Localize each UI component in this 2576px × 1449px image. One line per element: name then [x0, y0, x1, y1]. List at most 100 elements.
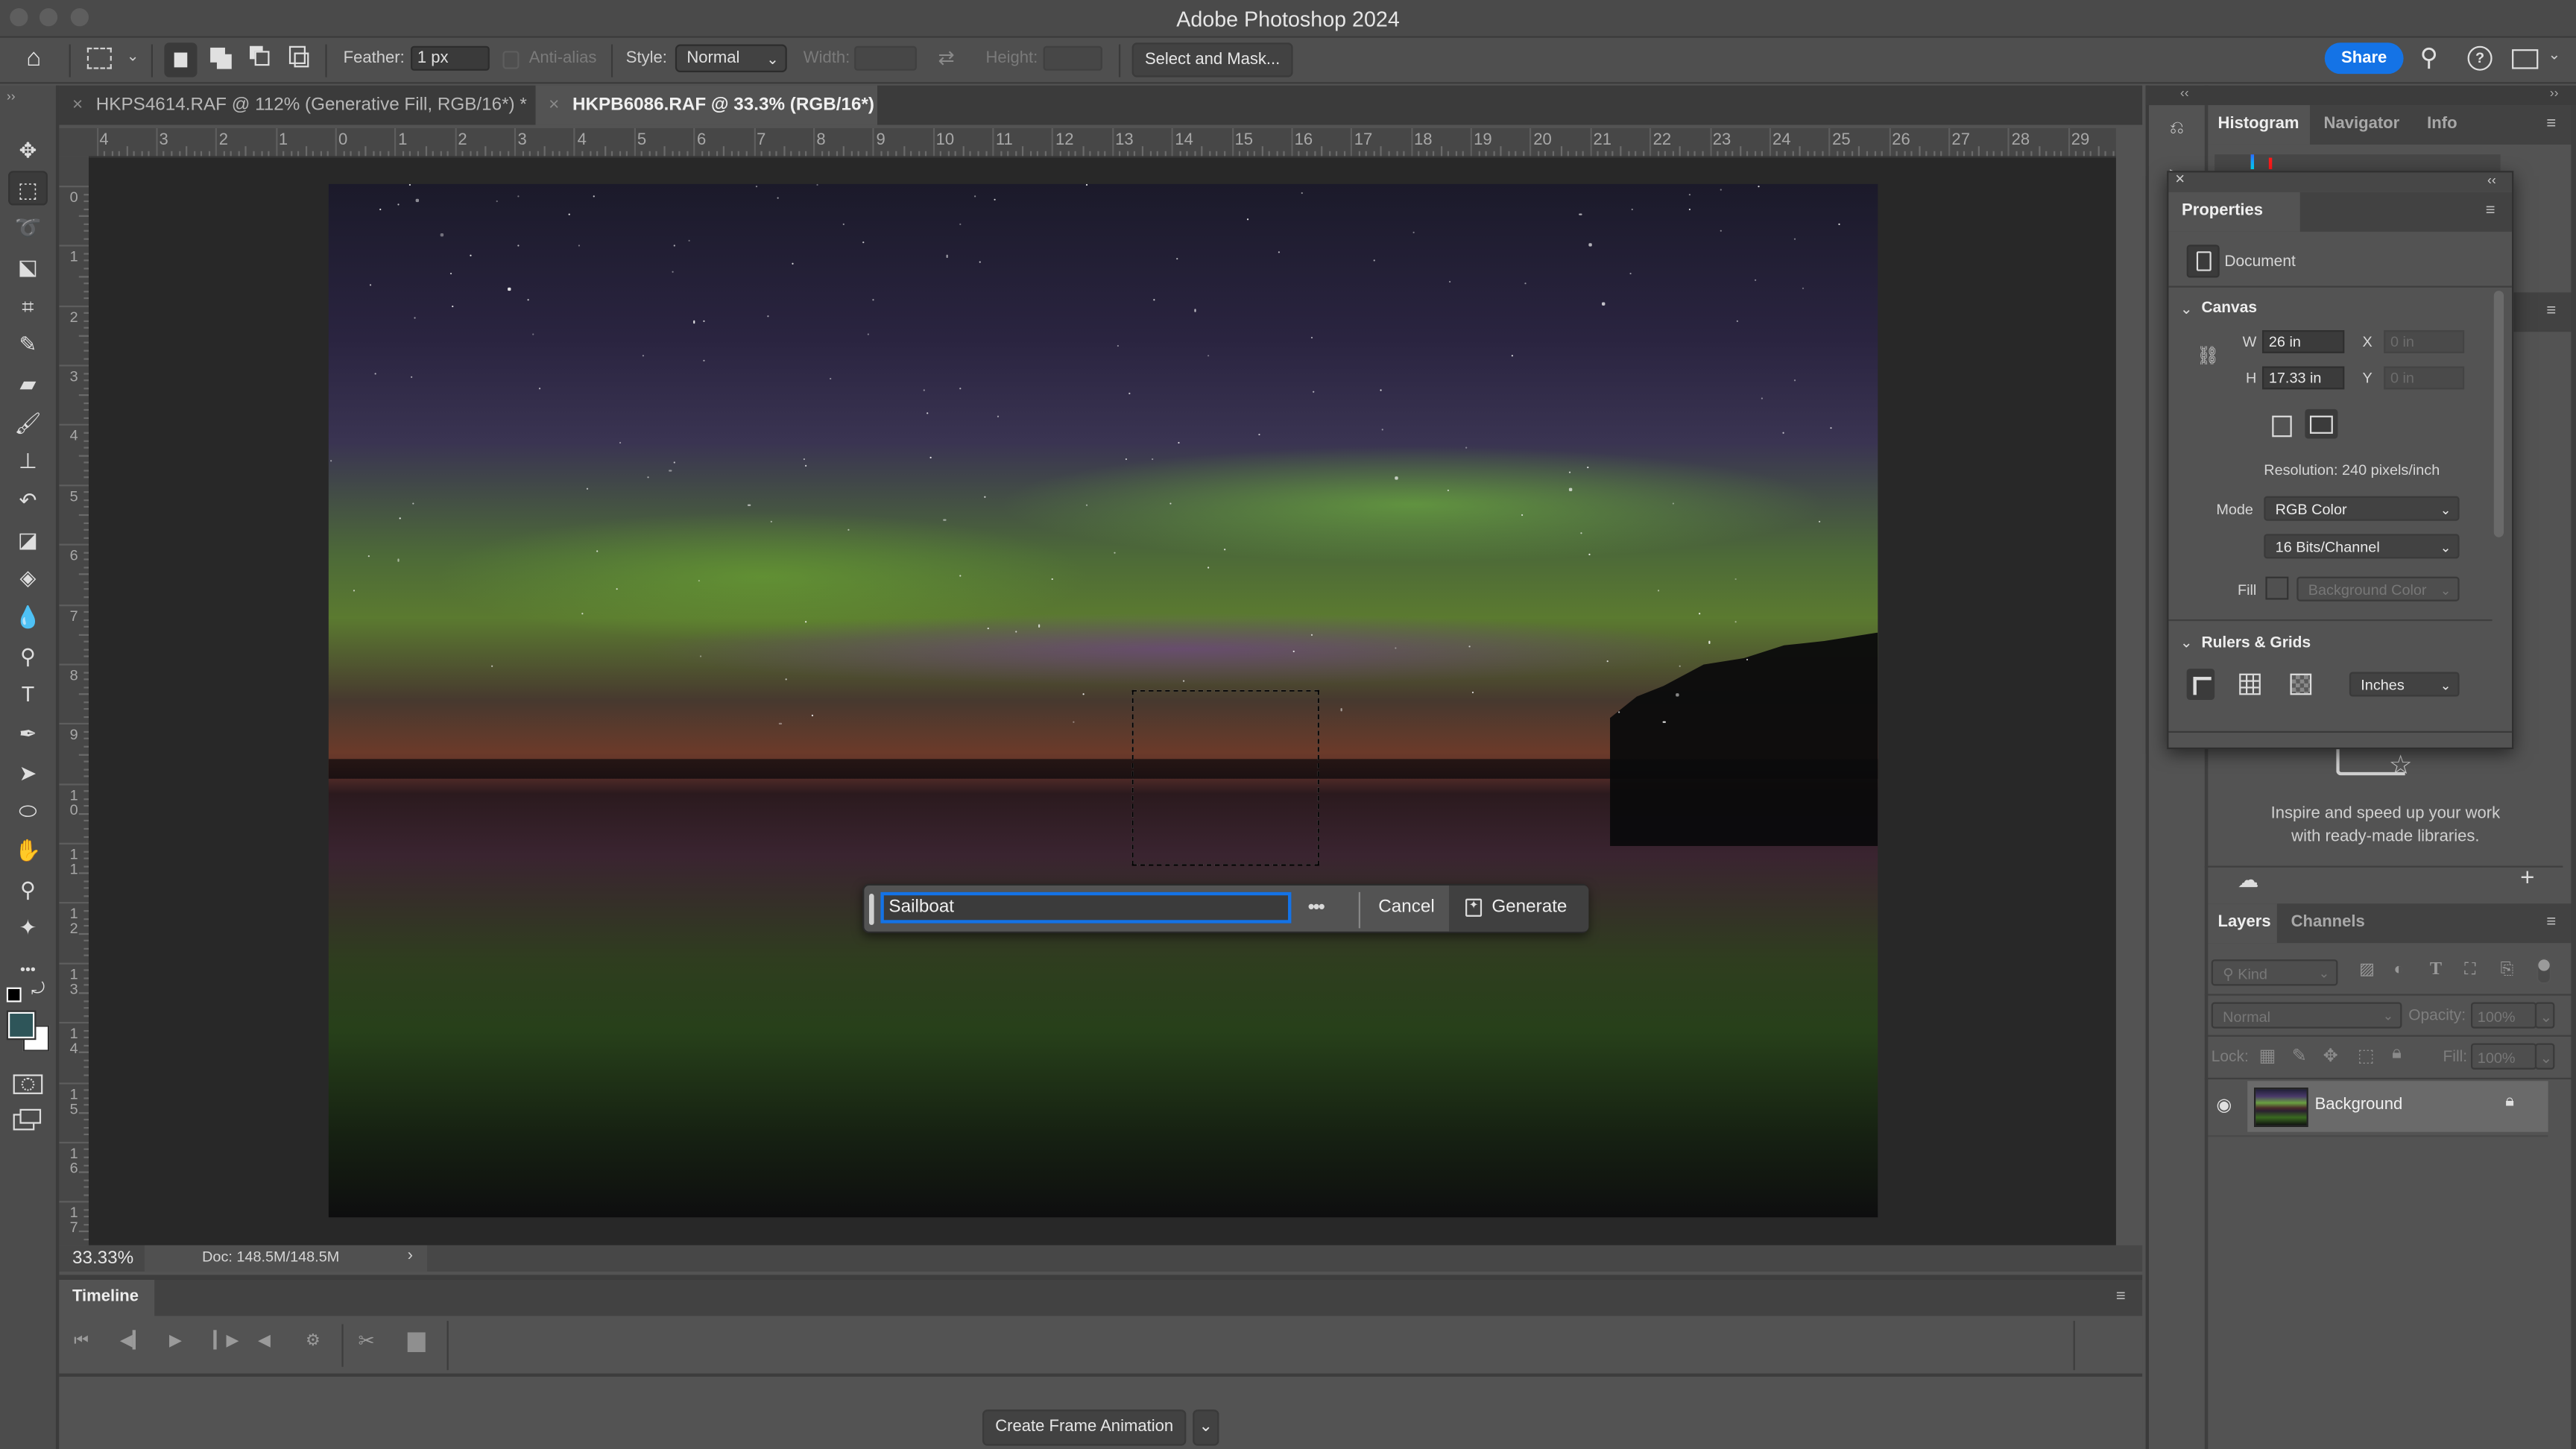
zoom-tool[interactable]: ⚲ — [8, 872, 48, 906]
canvas-section-title[interactable]: Canvas — [2201, 299, 2257, 317]
document-info[interactable]: Doc: 148.5M/148.5M › — [144, 1245, 428, 1272]
crop-tool[interactable]: ⌗ — [8, 289, 48, 323]
bit-depth-select[interactable]: 16 Bits/Channel ⌄ — [2264, 534, 2460, 559]
filter-type-icon[interactable]: T — [2430, 959, 2442, 979]
document-tab[interactable]: × HKPS4614.RAF @ 112% (Generative Fill, R… — [59, 86, 535, 125]
tab-histogram[interactable]: Histogram — [2204, 105, 2310, 145]
foreground-color-swatch[interactable] — [6, 1010, 37, 1041]
filter-toggle[interactable] — [2536, 957, 2551, 985]
rectangular-marquee-tool[interactable]: ⬚ — [8, 171, 48, 206]
canvas-x-input[interactable]: 0 in — [2384, 330, 2465, 353]
tab-properties[interactable]: Properties — [2168, 192, 2300, 232]
rulers-grids-section-title[interactable]: Rulers & Grids — [2201, 634, 2311, 652]
dodge-tool[interactable]: ⚲ — [8, 639, 48, 673]
collapse-right-icon[interactable]: ›› — [2550, 86, 2559, 101]
history-icon[interactable]: ⎌ — [2164, 119, 2190, 145]
lock-pixels-brush-icon[interactable]: ✎ — [2292, 1045, 2307, 1066]
chevron-down-icon[interactable]: ⌄ — [2180, 300, 2193, 318]
ellipse-tool[interactable]: ⬭ — [8, 794, 48, 828]
remove-tool[interactable]: ✦ — [8, 910, 48, 944]
chevron-down-icon[interactable]: ⌄ — [2180, 634, 2193, 652]
previous-frame-icon[interactable]: ◀▎ — [120, 1333, 145, 1351]
width-input[interactable] — [854, 45, 917, 71]
filter-adjustment-icon[interactable]: ◐ — [2393, 961, 2403, 979]
create-frame-animation-button[interactable]: Create Frame Animation — [982, 1409, 1187, 1446]
close-tab-icon[interactable]: × — [549, 95, 559, 115]
split-scissors-icon[interactable]: ✂ — [358, 1329, 374, 1352]
move-tool[interactable]: ✥ — [8, 133, 48, 168]
panel-menu-icon[interactable]: ≡ — [2486, 202, 2496, 220]
generate-button[interactable]: ✦ Generate — [1449, 886, 1589, 932]
object-selection-tool[interactable]: ⬕ — [8, 250, 48, 284]
settings-gear-icon[interactable]: ⚙ — [306, 1333, 321, 1351]
audio-icon[interactable]: ◀ — [258, 1333, 271, 1351]
horizontal-ruler[interactable]: 4 3 2 1 0 1 2 3 4 5 6 7 8 9 10 11 12 13 14 15 16 17 18 19 20 21 22… — [89, 127, 2116, 158]
lock-position-icon[interactable]: ✥ — [2323, 1045, 2338, 1066]
workspace-icon[interactable] — [2512, 49, 2539, 69]
blur-tool[interactable]: 💧 — [8, 599, 48, 634]
layer-row[interactable]: ◉ Background 🔒︎ — [2205, 1081, 2548, 1132]
layer-filter-select[interactable]: ⚲ Kind ⌄ — [2211, 959, 2338, 986]
share-button[interactable]: Share — [2324, 42, 2404, 75]
blend-mode-select[interactable]: Normal ⌄ — [2211, 1002, 2402, 1029]
collapse-left-icon[interactable]: ‹‹ — [2180, 86, 2189, 101]
intersect-selection-icon[interactable] — [288, 45, 309, 68]
transition-icon[interactable] — [407, 1332, 426, 1352]
panel-menu-icon[interactable]: ≡ — [2546, 115, 2556, 133]
visibility-eye-icon[interactable]: ◉ — [2216, 1094, 2232, 1115]
filter-pixel-icon[interactable]: ▨ — [2359, 961, 2375, 979]
close-tab-icon[interactable]: × — [72, 95, 83, 115]
next-frame-icon[interactable]: ▎▶ — [214, 1333, 239, 1351]
search-icon[interactable]: ⚲ — [2420, 42, 2438, 72]
collapse-icon[interactable]: ‹‹ — [2487, 172, 2496, 187]
cloud-icon[interactable]: ☁ — [2238, 868, 2259, 894]
tab-info[interactable]: Info — [2414, 105, 2471, 145]
chevron-down-icon[interactable]: ⌄ — [127, 48, 139, 66]
create-animation-dropdown[interactable]: ⌄ — [1193, 1409, 1219, 1446]
help-icon[interactable]: ? — [2467, 45, 2493, 71]
swap-colors-icon[interactable]: ⤾ — [31, 981, 45, 999]
close-icon[interactable]: × — [2175, 171, 2185, 189]
default-colors-icon[interactable] — [6, 987, 22, 1003]
chevron-down-icon[interactable]: ⌄ — [2548, 46, 2561, 64]
fill-dropdown[interactable]: ⌄ — [2534, 1043, 2555, 1070]
ruler-origin[interactable] — [59, 127, 89, 157]
lock-artboard-icon[interactable]: ⬚ — [2358, 1045, 2375, 1066]
drag-handle[interactable] — [868, 894, 874, 925]
panel-menu-icon[interactable]: ≡ — [2116, 1288, 2126, 1306]
link-dimensions-icon[interactable]: ⛓ — [2197, 345, 2220, 366]
show-rulers-button[interactable] — [2186, 669, 2215, 700]
panel-menu-icon[interactable]: ≡ — [2546, 913, 2556, 931]
filter-smart-object-icon[interactable]: ⎘ — [2501, 961, 2514, 979]
fill-input[interactable]: 100% — [2470, 1043, 2537, 1070]
screen-mode-icon[interactable] — [13, 1108, 42, 1131]
properties-scrollbar[interactable] — [2493, 291, 2504, 537]
panel-menu-icon[interactable]: ≡ — [2546, 303, 2556, 321]
layer-lock-icon[interactable]: 🔒︎ — [2505, 1093, 2514, 1111]
paint-bucket-tool[interactable]: ◈ — [8, 561, 48, 595]
fill-color-swatch[interactable] — [2265, 576, 2289, 600]
select-and-mask-button[interactable]: Select and Mask... — [1131, 42, 1293, 78]
edit-toolbar[interactable]: ••• — [8, 950, 48, 984]
subtract-from-selection-icon[interactable] — [250, 45, 270, 66]
lock-transparent-icon[interactable]: ▦ — [2259, 1045, 2276, 1066]
brush-tool[interactable]: 🖌 — [8, 405, 48, 440]
opacity-dropdown[interactable]: ⌄ — [2534, 1002, 2555, 1029]
document-tab-active[interactable]: ×HKPB6086.RAF @ 33.3% (RGB/16*) * — [535, 85, 877, 154]
anti-alias-checkbox[interactable] — [502, 51, 520, 69]
type-tool[interactable]: T — [8, 677, 48, 711]
path-selection-tool[interactable]: ➤ — [8, 756, 48, 790]
tab-channels[interactable]: Channels — [2277, 903, 2379, 943]
zoom-level[interactable]: 33.33% — [72, 1248, 133, 1268]
swap-dimensions-icon[interactable]: ⇄ — [938, 46, 955, 69]
canvas-height-input[interactable]: 17.33 in — [2262, 366, 2345, 390]
grid-icon[interactable] — [2239, 673, 2261, 695]
fill-select[interactable]: Background Color ⌄ — [2296, 576, 2460, 602]
spot-healing-tool[interactable]: ▰ — [8, 367, 48, 401]
ruler-units-select[interactable]: Inches ⌄ — [2349, 672, 2460, 697]
tab-timeline[interactable]: Timeline — [59, 1279, 155, 1316]
eyedropper-tool[interactable]: ✎ — [8, 327, 48, 362]
canvas-y-input[interactable]: 0 in — [2384, 366, 2465, 390]
feather-input[interactable]: 1 px — [411, 45, 490, 71]
pixel-grid-icon[interactable] — [2290, 673, 2312, 695]
